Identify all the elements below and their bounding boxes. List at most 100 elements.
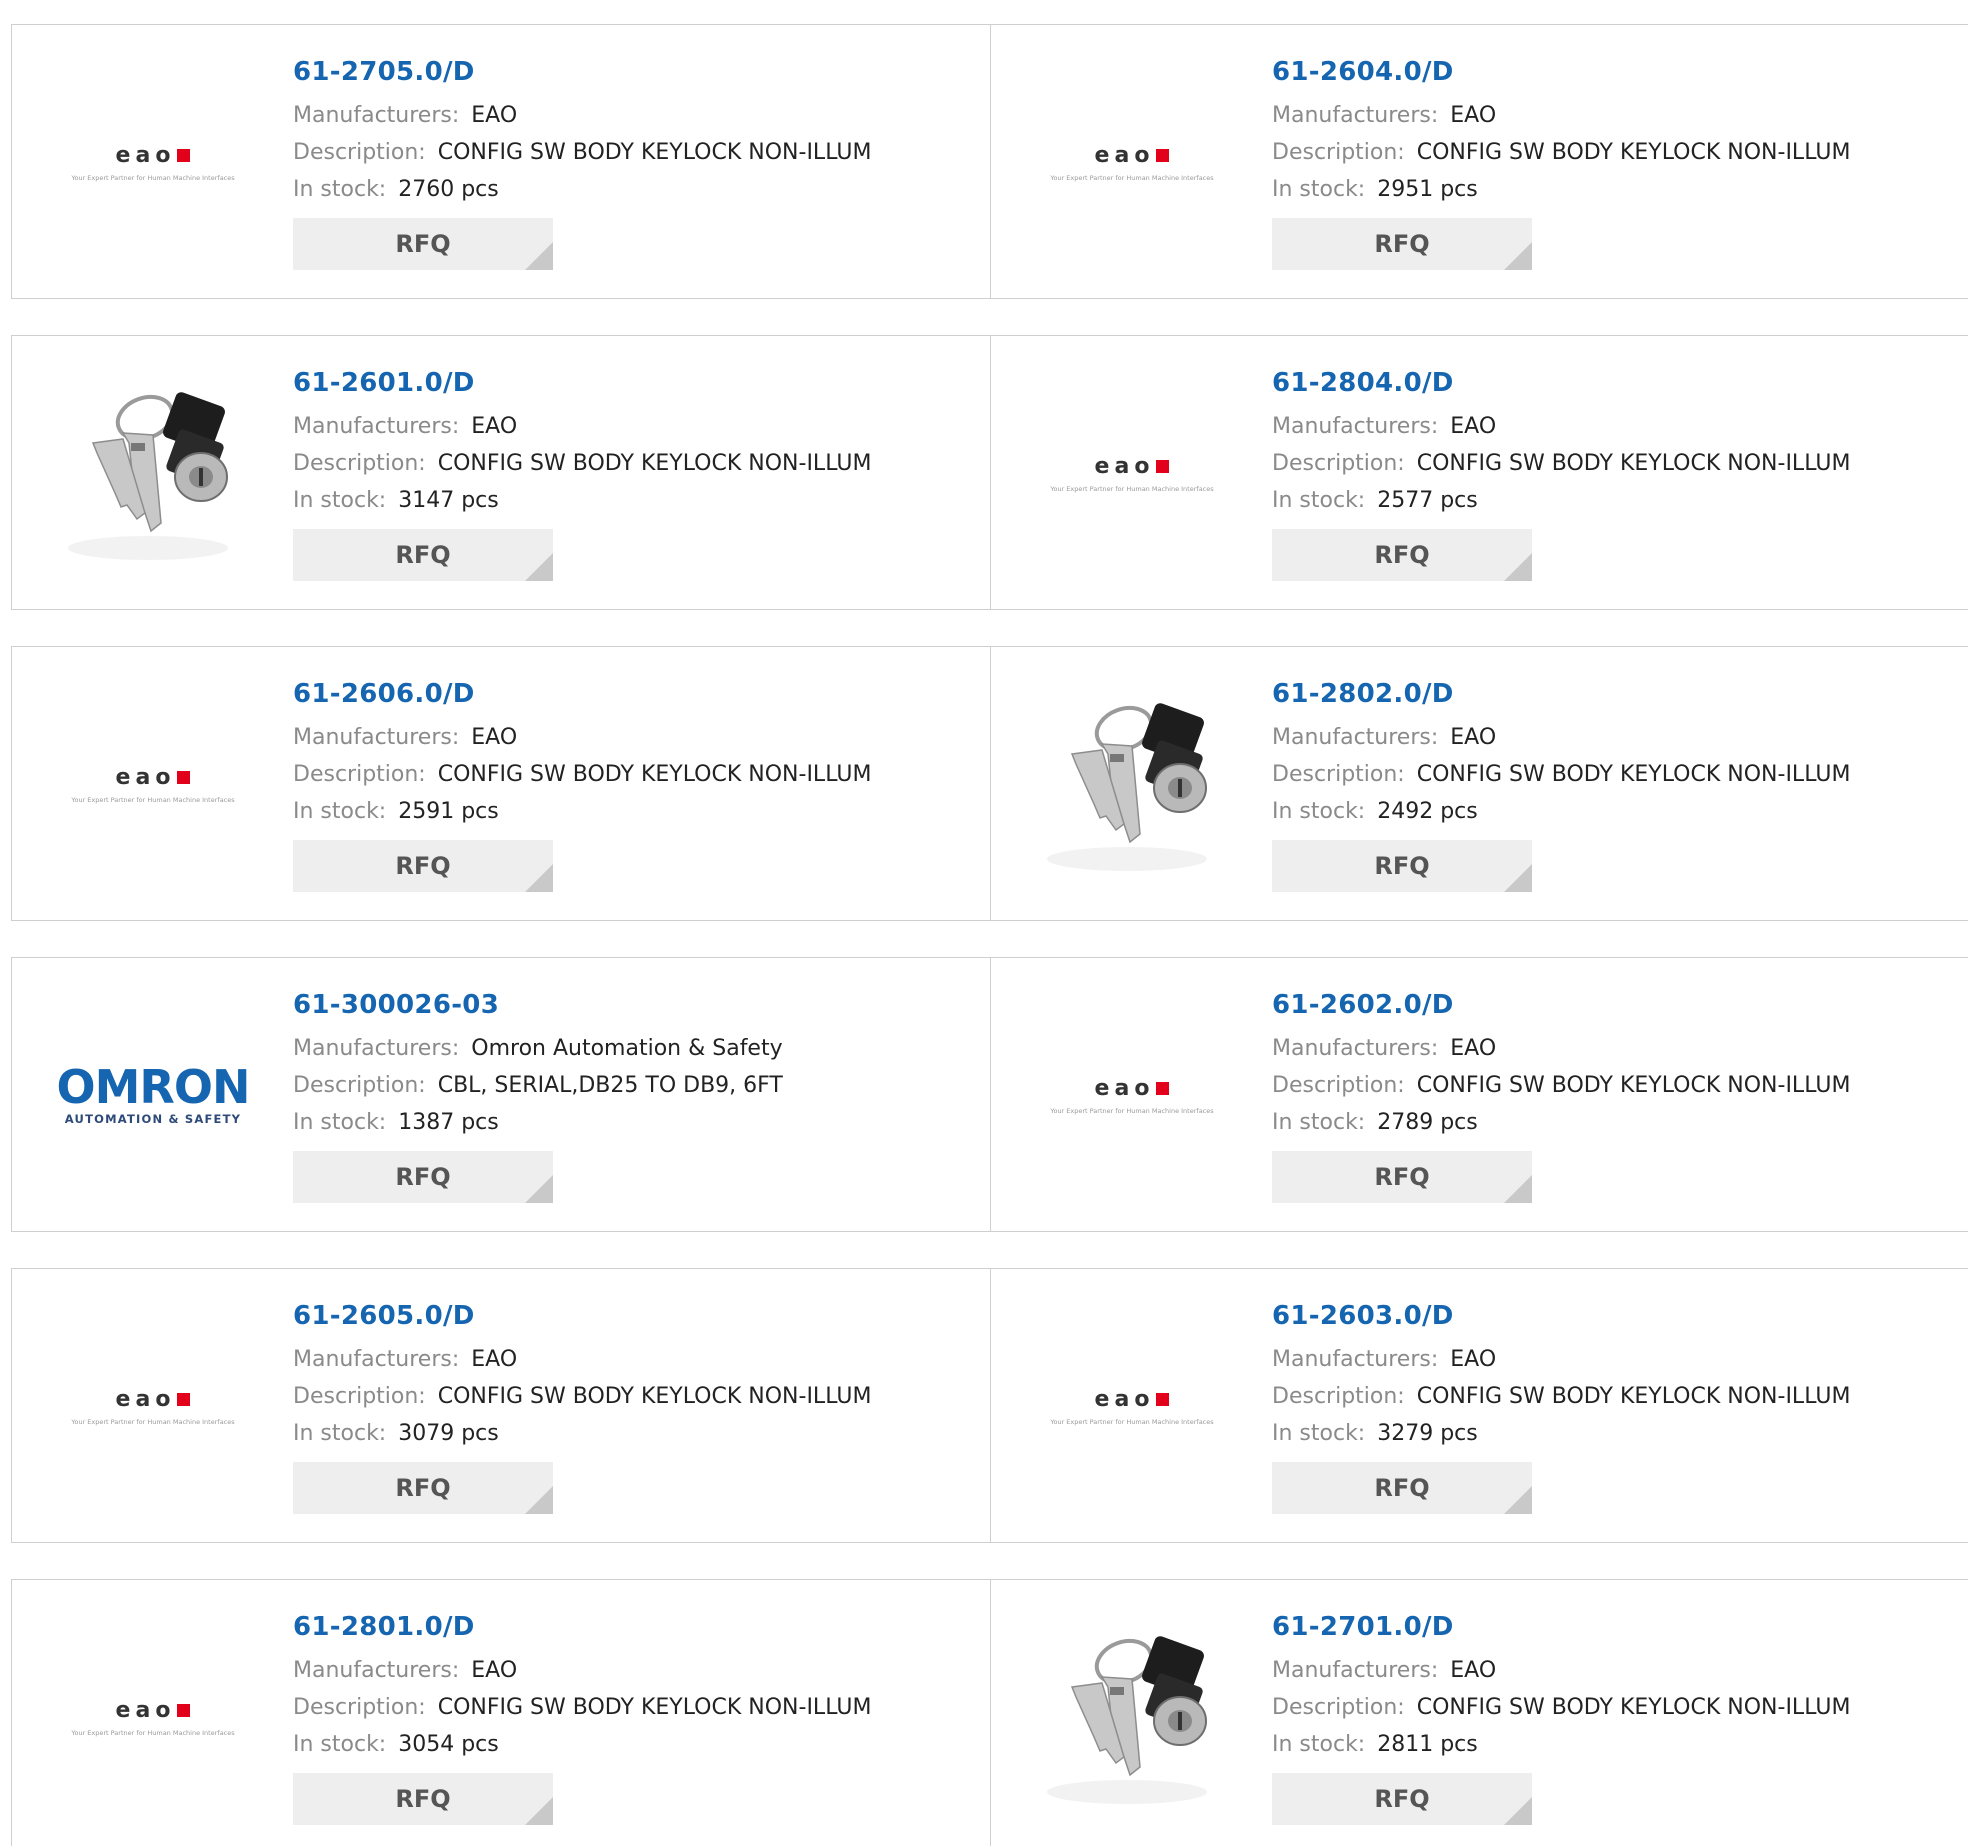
stock-label: In stock: [293, 1732, 387, 1757]
corner-fold-icon [1504, 242, 1532, 270]
stock-row: In stock: 2789 pcs [1272, 1104, 1850, 1141]
part-number-link[interactable]: 61-2701.0/D [1272, 1610, 1850, 1644]
product-info: 61-2705.0/D Manufacturers: EAO Descriptio… [293, 55, 871, 270]
stock-value: 2951 pcs [1377, 177, 1478, 202]
rfq-button-label: RFQ [395, 852, 451, 880]
manufacturer-value: EAO [1450, 1347, 1497, 1372]
product-info: 61-2606.0/D Manufacturers: EAO Descriptio… [293, 677, 871, 892]
eao-wordmark-text: eao [1094, 1075, 1155, 1101]
stock-label: In stock: [293, 1421, 387, 1446]
description-label: Description: [293, 1695, 426, 1720]
stock-row: In stock: 2811 pcs [1272, 1726, 1850, 1763]
rfq-button-label: RFQ [1374, 1163, 1430, 1191]
description-label: Description: [293, 762, 426, 787]
part-number-link[interactable]: 61-300026-03 [293, 988, 783, 1022]
part-number-link[interactable]: 61-2804.0/D [1272, 366, 1850, 400]
part-number-link[interactable]: 61-2801.0/D [293, 1610, 871, 1644]
rfq-button[interactable]: RFQ [1272, 529, 1532, 581]
rfq-button[interactable]: RFQ [1272, 1151, 1532, 1203]
rfq-button-label: RFQ [395, 541, 451, 569]
stock-row: In stock: 3279 pcs [1272, 1415, 1850, 1452]
product-thumbnail[interactable] [1031, 683, 1233, 885]
corner-fold-icon [1504, 553, 1532, 581]
rfq-button-label: RFQ [395, 230, 451, 258]
part-number-link[interactable]: 61-2605.0/D [293, 1299, 871, 1333]
description-label: Description: [293, 140, 426, 165]
corner-fold-icon [1504, 1175, 1532, 1203]
manufacturer-value: EAO [1450, 414, 1497, 439]
manufacturer-row: Manufacturers: EAO [293, 1341, 871, 1378]
manufacturer-label: Manufacturers: [293, 1036, 460, 1061]
stock-row: In stock: 2591 pcs [293, 793, 871, 830]
description-label: Description: [293, 1073, 426, 1098]
rfq-button[interactable]: RFQ [1272, 1773, 1532, 1825]
rfq-button-label: RFQ [1374, 852, 1430, 880]
eao-logo: eao Your Expert Partner for Human Machin… [1032, 1387, 1232, 1426]
product-card: OMRON AUTOMATION & SAFETY 61-300026-03 M… [12, 958, 990, 1231]
rfq-button[interactable]: RFQ [293, 840, 553, 892]
eao-wordmark: eao [116, 143, 191, 168]
rfq-button[interactable]: RFQ [293, 218, 553, 270]
part-number-link[interactable]: 61-2705.0/D [293, 55, 871, 89]
keylock-product-photo [1047, 703, 1207, 871]
manufacturer-label: Manufacturers: [1272, 725, 1439, 750]
manufacturer-label: Manufacturers: [293, 725, 460, 750]
product-grid: eao Your Expert Partner for Human Machin… [11, 24, 1968, 1846]
eao-red-square-icon [1156, 1392, 1170, 1406]
rfq-button-label: RFQ [395, 1785, 451, 1813]
rfq-button[interactable]: RFQ [1272, 1462, 1532, 1514]
description-value: CONFIG SW BODY KEYLOCK NON-ILLUM [437, 1695, 872, 1720]
eao-tagline: Your Expert Partner for Human Machine In… [71, 1728, 235, 1737]
stock-row: In stock: 3079 pcs [293, 1415, 871, 1452]
eao-wordmark: eao [1095, 1076, 1170, 1101]
product-thumbnail[interactable]: eao Your Expert Partner for Human Machin… [52, 1616, 254, 1818]
rfq-button[interactable]: RFQ [1272, 840, 1532, 892]
eao-logo: eao Your Expert Partner for Human Machin… [1032, 454, 1232, 493]
product-thumbnail[interactable] [1031, 1616, 1233, 1818]
product-thumbnail[interactable]: eao Your Expert Partner for Human Machin… [52, 1305, 254, 1507]
manufacturer-value: EAO [1450, 725, 1497, 750]
manufacturer-row: Manufacturers: EAO [1272, 1030, 1850, 1067]
eao-wordmark: eao [1095, 143, 1170, 168]
description-row: Description: CONFIG SW BODY KEYLOCK NON-I… [293, 756, 871, 793]
stock-row: In stock: 2492 pcs [1272, 793, 1850, 830]
part-number-link[interactable]: 61-2601.0/D [293, 366, 871, 400]
stock-value: 3054 pcs [398, 1732, 499, 1757]
product-thumbnail[interactable]: eao Your Expert Partner for Human Machin… [52, 683, 254, 885]
eao-wordmark-text: eao [115, 1386, 176, 1412]
eao-wordmark: eao [1095, 454, 1170, 479]
manufacturer-label: Manufacturers: [1272, 414, 1439, 439]
product-thumbnail[interactable]: eao Your Expert Partner for Human Machin… [1031, 372, 1233, 574]
rfq-button[interactable]: RFQ [293, 1151, 553, 1203]
product-thumbnail[interactable]: eao Your Expert Partner for Human Machin… [52, 61, 254, 263]
corner-fold-icon [525, 864, 553, 892]
manufacturer-value: EAO [1450, 1658, 1497, 1683]
stock-value: 1387 pcs [398, 1110, 499, 1135]
manufacturer-value: EAO [471, 414, 518, 439]
description-label: Description: [1272, 1695, 1405, 1720]
rfq-button-label: RFQ [395, 1474, 451, 1502]
part-number-link[interactable]: 61-2606.0/D [293, 677, 871, 711]
rfq-button[interactable]: RFQ [293, 1462, 553, 1514]
corner-fold-icon [1504, 1486, 1532, 1514]
manufacturer-row: Manufacturers: EAO [1272, 408, 1850, 445]
part-number-link[interactable]: 61-2602.0/D [1272, 988, 1850, 1022]
product-thumbnail[interactable] [52, 372, 254, 574]
part-number-link[interactable]: 61-2802.0/D [1272, 677, 1850, 711]
stock-row: In stock: 1387 pcs [293, 1104, 783, 1141]
eao-wordmark: eao [116, 1698, 191, 1723]
rfq-button[interactable]: RFQ [1272, 218, 1532, 270]
product-thumbnail[interactable]: eao Your Expert Partner for Human Machin… [1031, 61, 1233, 263]
part-number-link[interactable]: 61-2603.0/D [1272, 1299, 1850, 1333]
product-thumbnail[interactable]: eao Your Expert Partner for Human Machin… [1031, 994, 1233, 1196]
eao-red-square-icon [1156, 148, 1170, 162]
part-number-link[interactable]: 61-2604.0/D [1272, 55, 1850, 89]
manufacturer-label: Manufacturers: [293, 1347, 460, 1372]
manufacturer-value: EAO [1450, 103, 1497, 128]
description-row: Description: CONFIG SW BODY KEYLOCK NON-I… [293, 134, 871, 171]
product-thumbnail[interactable]: eao Your Expert Partner for Human Machin… [1031, 1305, 1233, 1507]
rfq-button[interactable]: RFQ [293, 529, 553, 581]
rfq-button[interactable]: RFQ [293, 1773, 553, 1825]
manufacturer-label: Manufacturers: [293, 414, 460, 439]
product-thumbnail[interactable]: OMRON AUTOMATION & SAFETY [52, 994, 254, 1196]
